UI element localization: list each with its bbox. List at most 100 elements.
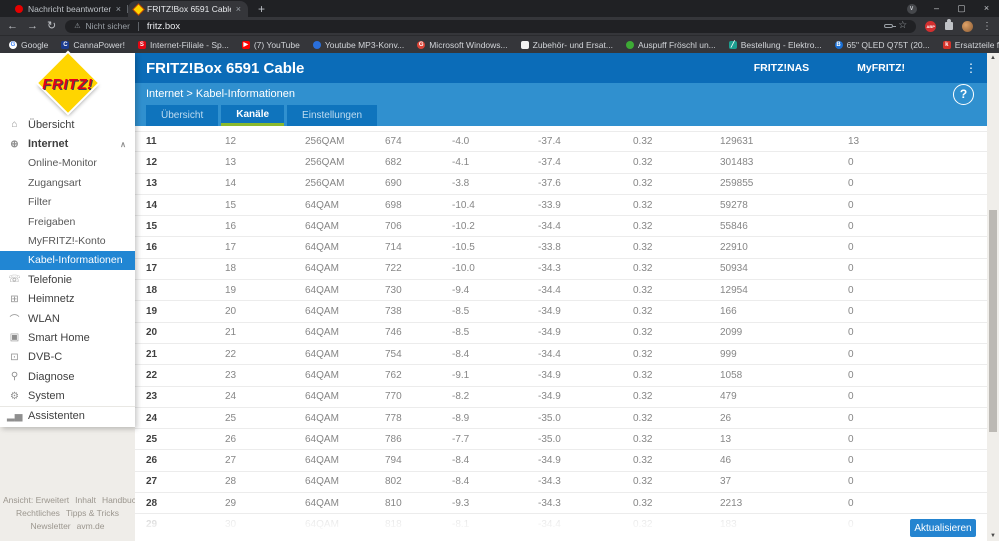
bookmark-item[interactable]: B 65" QLED Q75T (20...	[834, 40, 930, 50]
minimize-button[interactable]: –	[924, 0, 949, 17]
phone-icon: ☏	[8, 274, 21, 286]
table-cell: 0.32	[633, 327, 653, 339]
close-window-button[interactable]: ×	[974, 0, 999, 17]
sidebar-item-online-monitor[interactable]: Online-Monitor	[0, 154, 135, 173]
extensions-puzzle-icon[interactable]	[945, 19, 954, 30]
table-cell: 21	[225, 327, 237, 339]
browser-menu-icon[interactable]: ⋮	[982, 21, 992, 32]
footer-link[interactable]: avm.de	[77, 521, 105, 531]
tab-close-icon[interactable]: ×	[236, 4, 241, 14]
sidebar-item-internet[interactable]: ⊕ Internet ∧	[0, 134, 135, 153]
bookmark-item[interactable]: C CannaPower!	[61, 40, 125, 50]
reload-icon[interactable]: ↻	[47, 20, 56, 32]
bookmark-label: Auspuff Fröschl un...	[637, 39, 716, 50]
table-cell: 14	[225, 178, 237, 190]
sidebar-item-heimnetz[interactable]: ⊞ Heimnetz	[0, 290, 135, 309]
tab-close-icon[interactable]: ×	[116, 4, 121, 14]
tab-einstellungen[interactable]: Einstellungen	[287, 105, 378, 126]
table-fade-overlay	[135, 513, 987, 541]
sidebar-item-telefonie[interactable]: ☏ Telefonie	[0, 270, 135, 289]
warning-icon[interactable]: ⚠	[74, 22, 80, 30]
bookmark-item[interactable]: S Internet-Filiale - Sp...	[137, 40, 229, 50]
sidebar-item-wlan[interactable]: ⌒ WLAN	[0, 309, 135, 328]
table-cell: 0	[848, 306, 854, 318]
scrollbar-thumb[interactable]	[989, 210, 997, 432]
bookmark-item[interactable]: G Google	[9, 40, 48, 50]
bookmark-label: (7) YouTube	[253, 39, 300, 50]
profile-avatar[interactable]	[962, 20, 973, 32]
bookmark-item[interactable]: G Microsoft Windows...	[417, 40, 508, 50]
browser-tab[interactable]: FRITZ!Box 6591 Cable ×	[128, 1, 248, 17]
table-cell: 714	[385, 242, 402, 254]
sidebar-item-freigaben[interactable]: Freigaben	[0, 212, 135, 231]
footer-link[interactable]: Newsletter	[30, 521, 70, 531]
refresh-button[interactable]: Aktualisieren	[910, 519, 976, 537]
bookmark-item[interactable]: Youtube MP3-Konv...	[312, 40, 404, 50]
table-cell: 17	[225, 242, 237, 254]
scroll-up-icon[interactable]: ▲	[987, 55, 999, 61]
sidebar-item-kabel-informationen[interactable]: Kabel-Informationen	[0, 250, 135, 271]
table-cell: 2099	[720, 327, 743, 339]
tab-search-button[interactable]: ∨	[899, 3, 924, 14]
table-cell: 674	[385, 136, 402, 148]
bookmark-item[interactable]: Auspuff Fröschl un...	[625, 39, 716, 50]
browser-tab[interactable]: Nachricht beantworten - Vodafo ×	[8, 1, 128, 17]
table-cell: -33.8	[538, 242, 561, 254]
table-cell: 46	[720, 455, 732, 467]
maximize-button[interactable]: ▢	[949, 0, 974, 17]
sidebar-nav: ⌂ Übersicht ⊕ Internet ∧ Online-Monitor Zugang…	[0, 115, 135, 425]
tab--bersicht[interactable]: Übersicht	[146, 105, 219, 126]
forward-icon[interactable]: →	[27, 20, 38, 32]
bookmark-item[interactable]: ▶ (7) YouTube	[241, 39, 300, 50]
tab-kan-le[interactable]: Kanäle	[221, 105, 285, 126]
fritznas-link[interactable]: FRITZ!NAS	[754, 62, 809, 74]
table-cell: -34.4	[538, 220, 561, 232]
sidebar-item-label: WLAN	[28, 312, 60, 325]
bookmark-item[interactable]: ╱ Bestellung - Elektro...	[728, 40, 822, 50]
adblock-extension-icon[interactable]: ABP	[925, 20, 937, 32]
password-key-icon[interactable]	[884, 24, 897, 28]
myfritz-link[interactable]: MyFRITZ!	[857, 62, 905, 74]
table-cell: -3.8	[452, 178, 470, 190]
footer-link[interactable]: Rechtliches	[16, 508, 60, 518]
scroll-down-icon[interactable]: ▼	[987, 533, 999, 539]
address-bar[interactable]: ⚠ Nicht sicher fritz.box ☆	[65, 19, 917, 33]
table-cell: 64QAM	[305, 476, 339, 488]
table-row: 15 16 64QAM 706 -10.2 -34.4 0.32 55846 0	[135, 216, 987, 238]
sidebar-item-diagnose[interactable]: ⚲ Diagnose	[0, 367, 135, 386]
help-button[interactable]: ?	[953, 84, 974, 105]
bookmark-item[interactable]: kErsatzteile für Kaffe...	[942, 39, 999, 50]
bookmark-favicon	[625, 40, 634, 49]
sidebar-item-system[interactable]: ⚙ System	[0, 386, 135, 405]
table-cell: 20	[225, 306, 237, 318]
table-cell: 12	[146, 156, 158, 168]
table-cell: 0	[848, 220, 854, 232]
sidebar-item-myfritz-konto[interactable]: MyFRITZ!-Konto	[0, 231, 135, 250]
footer-link[interactable]: Inhalt	[75, 495, 96, 505]
footer-link[interactable]: Tipps & Tricks	[66, 508, 119, 518]
app-menu-icon[interactable]: ⋮	[965, 61, 977, 75]
breadcrumb-parent[interactable]: Internet	[146, 88, 183, 100]
sidebar-item-filter[interactable]: Filter	[0, 193, 135, 212]
sidebar-item-assistenten[interactable]: ▂▅ Assistenten	[0, 405, 135, 425]
table-cell: 12954	[720, 284, 748, 296]
table-cell: 18	[225, 263, 237, 275]
table-cell: 706	[385, 220, 402, 232]
bookmark-favicon: B	[834, 40, 843, 49]
bookmark-item[interactable]: Zubehör- und Ersat...	[520, 40, 613, 50]
back-icon[interactable]: ←	[7, 20, 18, 32]
table-cell: 26	[720, 412, 732, 424]
new-tab-button[interactable]: +	[248, 1, 275, 17]
bookmark-star-icon[interactable]: ☆	[898, 21, 907, 31]
sidebar-item--bersicht[interactable]: ⌂ Übersicht	[0, 115, 135, 134]
table-cell: 0.32	[633, 284, 653, 296]
footer-link[interactable]: Ansicht: Erweitert	[3, 495, 69, 505]
bookmark-label: Ersatzteile für Kaffe...	[954, 39, 999, 50]
sidebar-item-smart-home[interactable]: ▣ Smart Home	[0, 328, 135, 347]
table-cell: 730	[385, 284, 402, 296]
table-cell: 0	[848, 412, 854, 424]
sidebar-item-zugangsart[interactable]: Zugangsart	[0, 173, 135, 192]
fritz-logo[interactable]: FRITZ!	[0, 53, 135, 113]
sidebar-item-dvb-c[interactable]: ⊡ DVB-C	[0, 348, 135, 367]
page-scrollbar[interactable]: ▲ ▼	[987, 53, 999, 541]
